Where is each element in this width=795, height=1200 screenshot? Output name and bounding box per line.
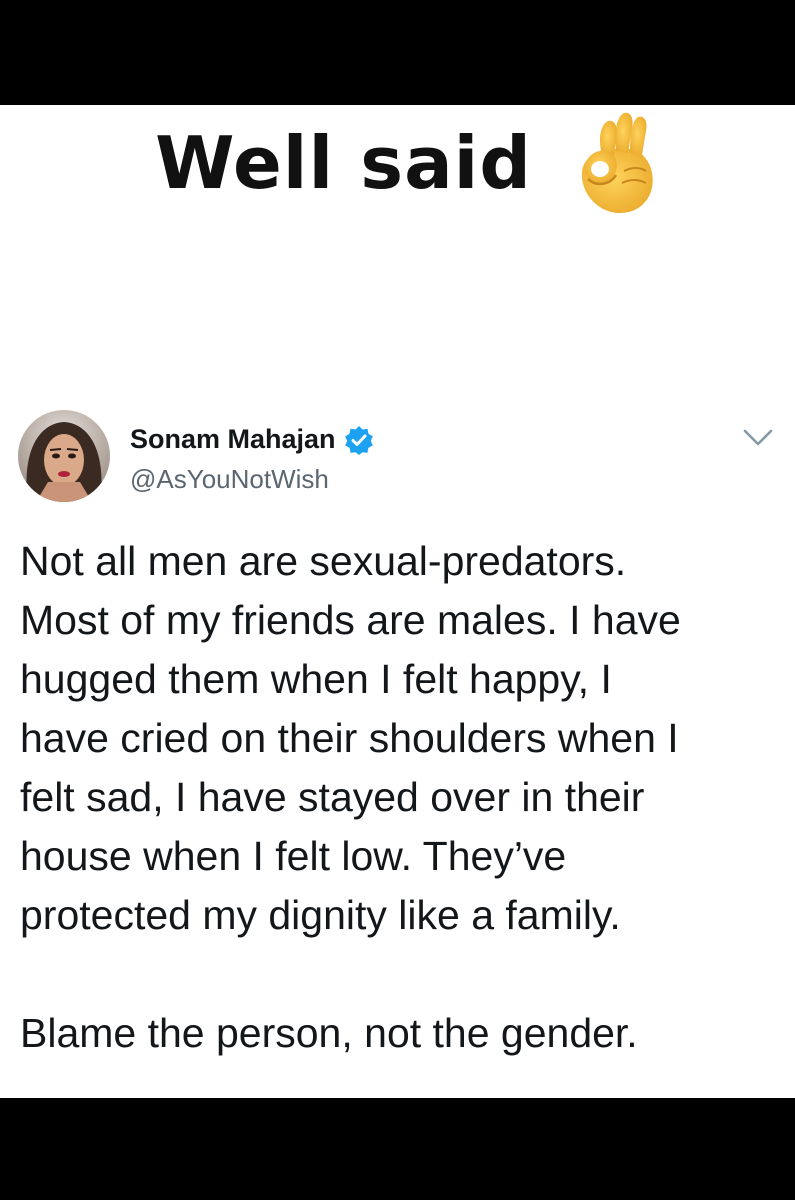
tweet-line: Not all men are sexual-predators. <box>20 538 627 584</box>
tweet-closing-line: Blame the person, not the gender. <box>20 1010 638 1056</box>
tweet-line: Most of my friends are males. I have <box>20 597 681 643</box>
tweet-header: Sonam Mahajan @AsYouNotWish <box>18 408 778 508</box>
top-black-bar <box>0 0 795 105</box>
profile-photo-icon <box>18 410 110 502</box>
author-name-row: Sonam Mahajan <box>130 424 374 455</box>
handle[interactable]: @AsYouNotWish <box>130 464 329 495</box>
display-name[interactable]: Sonam Mahajan <box>130 424 336 455</box>
bottom-black-bar <box>0 1098 795 1200</box>
headline-text: Well said <box>155 121 532 205</box>
tweet-line: have cried on their shoulders when I <box>20 715 679 761</box>
tweet-line: house when I felt low. They’ve <box>20 833 567 879</box>
headline: Well said <box>0 108 795 218</box>
ok-hand-emoji-icon <box>581 112 653 213</box>
tweet-line: felt sad, I have stayed over in their <box>20 774 645 820</box>
chevron-down-icon[interactable] <box>742 428 774 448</box>
verified-badge-icon <box>344 425 373 455</box>
avatar[interactable] <box>18 410 110 502</box>
tweet-text: Not all men are sexual-predators. Most o… <box>20 532 780 1063</box>
tweet-paragraph: Not all men are sexual-predators. Most o… <box>20 532 780 945</box>
tweet-line: hugged them when I felt happy, I <box>20 656 612 702</box>
tweet-line: protected my dignity like a family. <box>20 892 621 938</box>
